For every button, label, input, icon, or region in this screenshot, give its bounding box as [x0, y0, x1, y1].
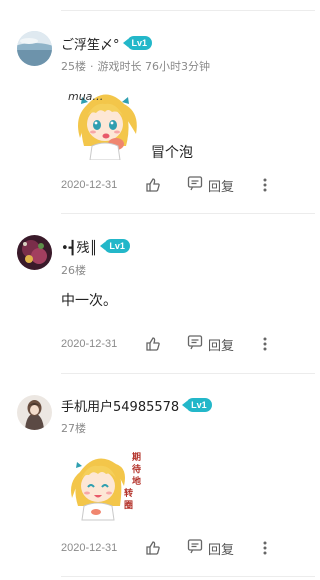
sticker-caption-char: 圈	[124, 500, 133, 511]
comment-date: 2020-12-31	[61, 338, 118, 350]
comment-reply-icon	[187, 334, 203, 354]
action-row: 2020-12-31 回复	[61, 175, 315, 195]
more-vertical-icon[interactable]	[257, 175, 273, 195]
avatar[interactable]	[17, 395, 52, 430]
thumbs-up-icon[interactable]	[143, 538, 163, 558]
comment-text: 冒个泡	[151, 145, 193, 161]
reply-button[interactable]: 回复	[187, 175, 234, 195]
level-badge: Lv1	[182, 398, 212, 412]
comment-date: 2020-12-31	[61, 179, 118, 191]
comment-text: 中一次。	[61, 293, 117, 309]
sticker-image: mua…	[66, 84, 144, 164]
action-row: 2020-12-31 回复	[61, 334, 315, 354]
username[interactable]: •┫残║	[61, 237, 97, 256]
avatar[interactable]	[17, 235, 52, 270]
floor-number: 26楼	[61, 264, 86, 277]
level-badge: Lv1	[122, 36, 153, 50]
meta-separator: ·	[90, 60, 94, 73]
divider	[61, 373, 315, 374]
sticker-caption-char: 转	[124, 487, 133, 499]
divider	[61, 576, 315, 577]
thumbs-up-icon[interactable]	[143, 334, 163, 354]
level-badge: Lv1	[100, 239, 130, 253]
comment-meta: 27楼	[61, 420, 86, 436]
play-time: 游戏时长 76小时3分钟	[97, 60, 211, 73]
avatar[interactable]	[17, 31, 52, 66]
reply-label: 回复	[208, 542, 235, 558]
name-line: •┫残║ Lv1	[61, 237, 130, 256]
username[interactable]: ご浮笙〆°	[61, 34, 120, 53]
comment-meta: 26楼	[61, 262, 86, 278]
reply-label: 回复	[208, 179, 235, 195]
comment-reply-icon	[187, 538, 203, 558]
divider	[61, 213, 315, 214]
reply-button[interactable]: 回复	[187, 334, 234, 354]
comment-meta: 25楼 · 游戏时长 76小时3分钟	[61, 58, 210, 74]
comment-date: 2020-12-31	[61, 542, 118, 554]
more-vertical-icon[interactable]	[257, 334, 273, 354]
name-line: ご浮笙〆° Lv1	[61, 34, 153, 53]
sticker-caption-char: 待	[132, 463, 141, 475]
username[interactable]: 手机用户54985578	[61, 396, 179, 415]
name-line: 手机用户54985578 Lv1	[61, 396, 212, 415]
sticker-caption-char: 期	[132, 451, 141, 463]
sticker-caption-char: 地	[132, 475, 141, 487]
more-vertical-icon[interactable]	[257, 538, 273, 558]
divider-top	[61, 10, 315, 11]
comment-reply-icon	[187, 175, 203, 195]
sticker-caption: mua…	[68, 90, 103, 103]
floor-number: 25楼	[61, 60, 86, 73]
sticker-image: 期 待 地 转 圈	[66, 446, 144, 526]
reply-label: 回复	[208, 338, 235, 354]
action-row: 2020-12-31 回复	[61, 538, 315, 558]
floor-number: 27楼	[61, 422, 86, 435]
reply-button[interactable]: 回复	[187, 538, 234, 558]
thumbs-up-icon[interactable]	[143, 175, 163, 195]
sticker-caption: 期 待 地 转 圈	[124, 451, 144, 511]
